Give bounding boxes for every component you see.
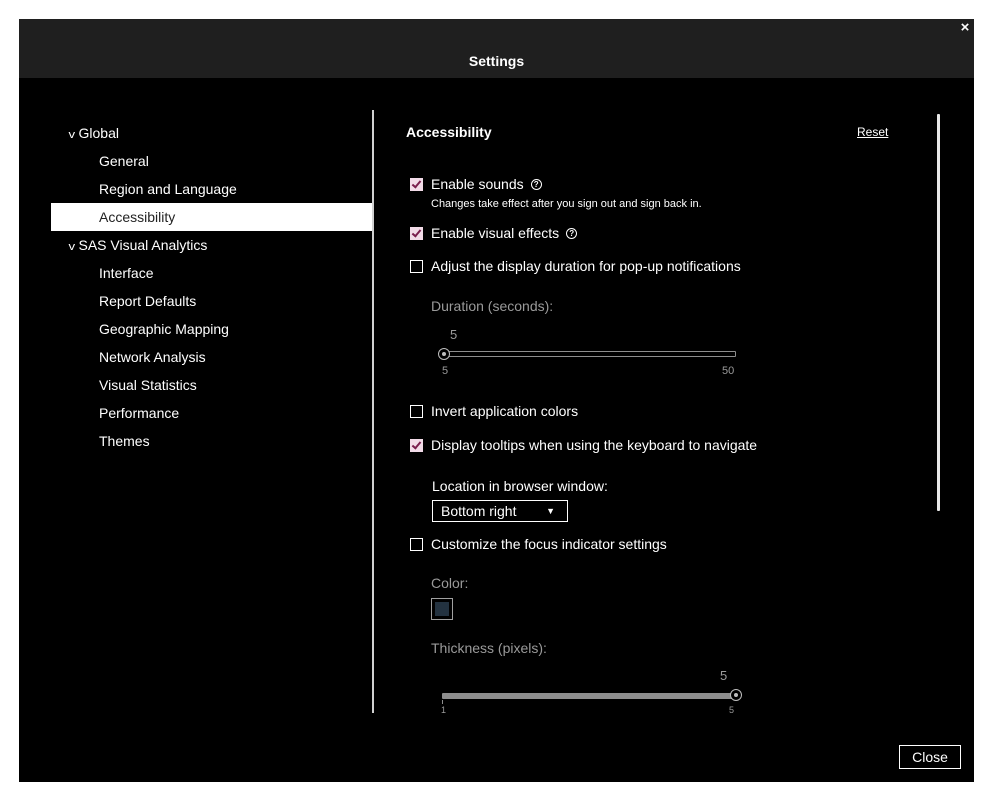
- nav-item-accessibility[interactable]: Accessibility: [51, 203, 372, 231]
- enable-visual-effects-label: Enable visual effects: [431, 225, 560, 241]
- nav-label: Global: [78, 125, 119, 141]
- invert-colors-label: Invert application colors: [431, 403, 579, 419]
- help-circle-icon[interactable]: ?: [530, 178, 542, 190]
- caret-down-icon: ▼: [546, 506, 555, 516]
- color-swatch[interactable]: [431, 598, 453, 620]
- enable-sounds-option: Enable sounds ?: [410, 174, 542, 194]
- enable-visual-effects-option: Enable visual effects ?: [410, 223, 578, 243]
- duration-value: 5: [450, 327, 458, 342]
- reset-link[interactable]: Reset: [857, 125, 888, 139]
- duration-slider-thumb[interactable]: [438, 348, 450, 360]
- nav-label: SAS Visual Analytics: [78, 237, 208, 253]
- nav-item-network-analysis[interactable]: Network Analysis: [51, 343, 372, 371]
- nav-item-performance[interactable]: Performance: [51, 399, 372, 427]
- color-label: Color:: [431, 575, 469, 591]
- nav-label: Region and Language: [99, 181, 237, 197]
- nav-label: Report Defaults: [99, 293, 197, 309]
- thickness-slider-tick: [442, 700, 443, 704]
- nav-label: Interface: [99, 265, 154, 281]
- enable-sounds-checkbox[interactable]: [410, 177, 423, 191]
- enable-visual-effects-checkbox[interactable]: [410, 226, 423, 240]
- content-scrollbar[interactable]: [937, 114, 940, 511]
- duration-slider-track[interactable]: [444, 351, 736, 357]
- nav-label: General: [99, 153, 149, 169]
- duration-min: 5: [442, 365, 449, 377]
- duration-label: Duration (seconds):: [431, 298, 554, 314]
- display-tooltips-option: Display tooltips when using the keyboard…: [410, 435, 757, 455]
- thickness-value: 5: [720, 668, 728, 683]
- adjust-duration-option: Adjust the display duration for pop-up n…: [410, 256, 741, 276]
- nav-item-geographic-mapping[interactable]: Geographic Mapping: [51, 315, 372, 343]
- dialog-title: Settings: [468, 53, 525, 69]
- enable-sounds-note: Changes take effect after you sign out a…: [431, 198, 702, 210]
- close-icon[interactable]: ×: [957, 20, 973, 36]
- display-tooltips-label: Display tooltips when using the keyboard…: [431, 437, 758, 453]
- nav-group-sas-visual-analytics[interactable]: v SAS Visual Analytics: [51, 231, 372, 259]
- thickness-slider-track[interactable]: [442, 693, 736, 699]
- close-button[interactable]: Close: [899, 745, 961, 769]
- invert-colors-option: Invert application colors: [410, 401, 578, 421]
- nav-divider: [372, 110, 374, 713]
- nav-label: Themes: [99, 433, 150, 449]
- invert-colors-checkbox[interactable]: [410, 404, 423, 418]
- help-circle-icon[interactable]: ?: [566, 227, 578, 239]
- nav-item-visual-statistics[interactable]: Visual Statistics: [51, 371, 372, 399]
- adjust-duration-label: Adjust the display duration for pop-up n…: [431, 258, 741, 274]
- dialog-titlebar: Settings: [19, 19, 974, 78]
- thickness-label: Thickness (pixels):: [431, 640, 547, 656]
- nav-label: Visual Statistics: [99, 377, 197, 393]
- nav-label: Network Analysis: [99, 349, 206, 365]
- thickness-min: 1: [441, 705, 447, 713]
- thickness-slider-fill: [443, 694, 735, 698]
- location-select-value: Bottom right: [441, 503, 517, 519]
- enable-sounds-label: Enable sounds: [431, 176, 524, 192]
- duration-max: 50: [722, 365, 735, 377]
- display-tooltips-checkbox[interactable]: [410, 438, 423, 452]
- nav-item-region-language[interactable]: Region and Language: [51, 175, 372, 203]
- adjust-duration-checkbox[interactable]: [410, 259, 423, 273]
- color-swatch-fill: [435, 602, 449, 616]
- nav-label: Geographic Mapping: [99, 321, 229, 337]
- thickness-max: 5: [729, 705, 735, 713]
- nav-label: Accessibility: [99, 209, 176, 225]
- nav-item-interface[interactable]: Interface: [51, 259, 372, 287]
- nav-label: Performance: [99, 405, 180, 421]
- nav-item-general[interactable]: General: [51, 147, 372, 175]
- nav-item-report-defaults[interactable]: Report Defaults: [51, 287, 372, 315]
- thickness-slider-thumb[interactable]: [730, 689, 742, 701]
- chevron-down-icon: v: [68, 129, 76, 141]
- chevron-down-icon: v: [68, 241, 76, 253]
- nav-group-global[interactable]: v Global: [51, 119, 372, 147]
- customize-focus-checkbox[interactable]: [410, 537, 423, 551]
- location-select[interactable]: Bottom right ▼: [432, 500, 568, 522]
- location-label: Location in browser window:: [432, 478, 608, 494]
- panel-heading: Accessibility: [406, 124, 492, 140]
- customize-focus-label: Customize the focus indicator settings: [431, 536, 667, 552]
- nav-item-themes[interactable]: Themes: [51, 427, 372, 455]
- duration-slider-tick: [735, 352, 736, 356]
- customize-focus-option: Customize the focus indicator settings: [410, 534, 667, 554]
